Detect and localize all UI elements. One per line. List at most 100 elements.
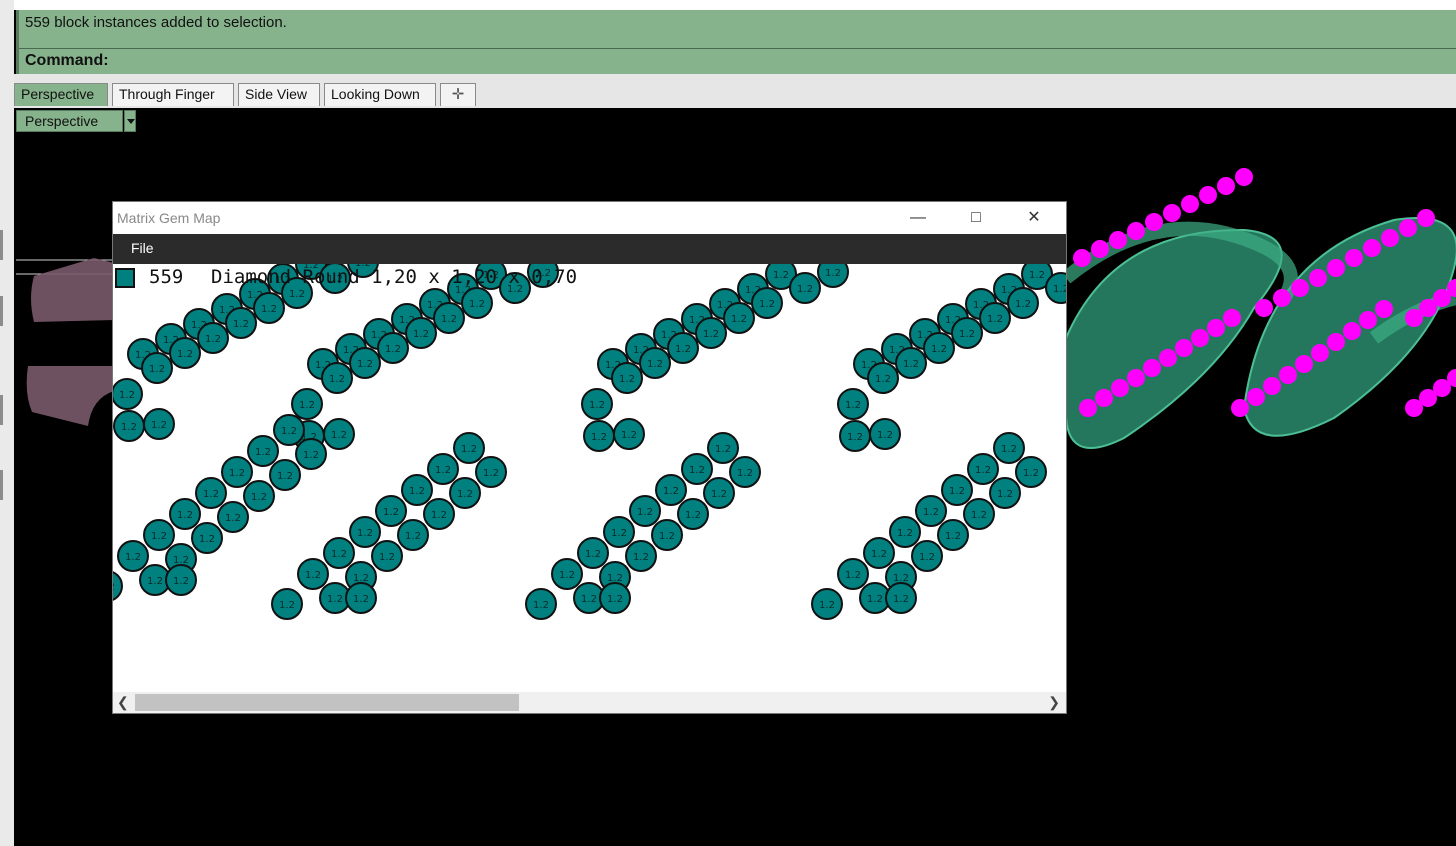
gem-circle[interactable]: 1.2: [247, 435, 279, 467]
gem-circle[interactable]: 1.2: [639, 347, 671, 379]
gem-circle[interactable]: 1.2: [375, 495, 407, 527]
gem-circle[interactable]: 1.2: [1007, 287, 1039, 319]
gem-circle[interactable]: 1.2: [583, 420, 615, 452]
gem-circle[interactable]: 1.2: [197, 322, 229, 354]
gem-circle[interactable]: 1.2: [165, 564, 197, 596]
gem-circle[interactable]: 1.2: [603, 516, 635, 548]
gem-map-canvas[interactable]: 1.2 1.2 1.2 1.2 1.2 1.2 1.2 1.2 1.2 1.2 1.2 1.2 1.2 1…: [113, 264, 1066, 692]
gem-circle[interactable]: 1.2: [655, 474, 687, 506]
gem-circle[interactable]: 1.2: [837, 388, 869, 420]
gem-circle[interactable]: 1.2: [143, 408, 175, 440]
gem-circle[interactable]: 1.2: [839, 420, 871, 452]
gem-circle[interactable]: 1.2: [979, 302, 1011, 334]
gem-circle[interactable]: 1.2: [225, 307, 257, 339]
gem-circle[interactable]: 1.2: [141, 352, 173, 384]
plus-icon[interactable]: ✛: [440, 83, 476, 106]
gem-circle[interactable]: 1.2: [869, 418, 901, 450]
gem-circle[interactable]: 1.2: [217, 501, 249, 533]
gem-circle[interactable]: 1.2: [345, 582, 377, 614]
gem-circle[interactable]: 1.2: [885, 582, 917, 614]
gem-circle[interactable]: 1.2: [1045, 272, 1066, 304]
gem-circle[interactable]: 1.2: [453, 432, 485, 464]
gem-circle[interactable]: 1.2: [681, 453, 713, 485]
gem-circle[interactable]: 1.2: [1015, 456, 1047, 488]
gem-circle[interactable]: 1.2: [867, 362, 899, 394]
gem-circle[interactable]: 1.2: [811, 588, 843, 620]
gem-circle[interactable]: 1.2: [613, 418, 645, 450]
gem-circle[interactable]: 1.2: [993, 432, 1025, 464]
horizontal-scrollbar[interactable]: ❮ ❯: [113, 692, 1066, 713]
gem-circle[interactable]: 1.2: [577, 537, 609, 569]
close-icon[interactable]: ✕: [1011, 202, 1057, 234]
gem-circle[interactable]: 1.2: [269, 459, 301, 491]
tab-looking-down[interactable]: Looking Down: [324, 83, 436, 106]
gem-circle[interactable]: 1.2: [427, 453, 459, 485]
gem-circle[interactable]: 1.2: [923, 332, 955, 364]
gem-circle[interactable]: 1.2: [271, 588, 303, 620]
tab-perspective[interactable]: Perspective: [14, 83, 108, 106]
gem-circle[interactable]: 1.2: [525, 588, 557, 620]
gem-circle[interactable]: 1.2: [253, 292, 285, 324]
gem-circle[interactable]: 1.2: [967, 453, 999, 485]
tab-side-view[interactable]: Side View: [238, 83, 320, 106]
gem-circle[interactable]: 1.2: [401, 474, 433, 506]
chevron-right-icon[interactable]: ❯: [1048, 694, 1060, 711]
gem-circle[interactable]: 1.2: [221, 456, 253, 488]
gem-circle[interactable]: 1.2: [405, 317, 437, 349]
gem-circle[interactable]: 1.2: [895, 347, 927, 379]
chevron-left-icon[interactable]: ❮: [117, 694, 129, 711]
gem-circle[interactable]: 1.2: [963, 498, 995, 530]
triangle-down-icon[interactable]: [124, 110, 136, 132]
gem-circle[interactable]: 1.2: [449, 477, 481, 509]
gem-circle[interactable]: 1.2: [349, 347, 381, 379]
gem-circle[interactable]: 1.2: [817, 264, 849, 288]
gem-circle[interactable]: 1.2: [911, 540, 943, 572]
gem-circle[interactable]: 1.2: [423, 498, 455, 530]
gem-circle[interactable]: 1.2: [667, 332, 699, 364]
gem-circle[interactable]: 1.2: [651, 519, 683, 551]
gem-circle[interactable]: 1.2: [863, 537, 895, 569]
gem-circle[interactable]: 1.2: [789, 272, 821, 304]
gem-circle[interactable]: 1.2: [295, 438, 327, 470]
gem-circle[interactable]: 1.2: [243, 480, 275, 512]
gem-circle[interactable]: 1.2: [611, 362, 643, 394]
gem-circle[interactable]: 1.2: [837, 558, 869, 590]
gem-circle[interactable]: 1.2: [915, 495, 947, 527]
gem-layout[interactable]: 1.2 1.2 1.2 1.2 1.2 1.2 1.2 1.2 1.2 1.2 1.2 1.2 1.2 1…: [113, 264, 1066, 692]
gem-circle[interactable]: 1.2: [143, 519, 175, 551]
gem-circle[interactable]: 1.2: [629, 495, 661, 527]
command-area[interactable]: 559 block instances added to selection. …: [16, 10, 1456, 74]
gem-circle[interactable]: 1.2: [433, 302, 465, 334]
gem-circle[interactable]: 1.2: [291, 388, 323, 420]
window-titlebar[interactable]: Matrix Gem Map — □ ✕: [113, 202, 1066, 234]
gem-circle[interactable]: 1.2: [169, 337, 201, 369]
gem-circle[interactable]: 1.2: [989, 477, 1021, 509]
gem-circle[interactable]: 1.2: [599, 582, 631, 614]
gem-circle[interactable]: 1.2: [117, 540, 149, 572]
gem-circle[interactable]: 1.2: [695, 317, 727, 349]
menu-file[interactable]: File: [131, 240, 154, 256]
gem-circle[interactable]: 1.2: [461, 287, 493, 319]
gem-circle[interactable]: 1.2: [297, 558, 329, 590]
gem-circle[interactable]: 1.2: [321, 362, 353, 394]
gem-circle[interactable]: 1.2: [377, 332, 409, 364]
gem-circle[interactable]: 1.2: [349, 516, 381, 548]
gem-circle[interactable]: 1.2: [937, 519, 969, 551]
gem-circle[interactable]: 1.2: [703, 477, 735, 509]
gem-circle[interactable]: 1.2: [113, 571, 123, 601]
gem-circle[interactable]: 1.2: [273, 414, 305, 446]
matrix-gem-map-window[interactable]: Matrix Gem Map — □ ✕ File 1.2 1.2 1.2 1.2 1.…: [113, 202, 1066, 713]
gem-circle[interactable]: 1.2: [889, 516, 921, 548]
tab-through-finger[interactable]: Through Finger: [112, 83, 234, 106]
gem-circle[interactable]: 1.2: [397, 519, 429, 551]
command-prompt[interactable]: Command:: [25, 52, 109, 70]
gem-circle[interactable]: 1.2: [951, 317, 983, 349]
gem-circle[interactable]: 1.2: [551, 558, 583, 590]
gem-circle[interactable]: 1.2: [729, 456, 761, 488]
gem-circle[interactable]: 1.2: [195, 477, 227, 509]
gem-circle[interactable]: 1.2: [371, 540, 403, 572]
gem-circle[interactable]: 1.2: [677, 498, 709, 530]
scrollbar-thumb[interactable]: [135, 694, 519, 711]
gem-circle[interactable]: 1.2: [169, 498, 201, 530]
gem-circle[interactable]: 1.2: [323, 418, 355, 450]
